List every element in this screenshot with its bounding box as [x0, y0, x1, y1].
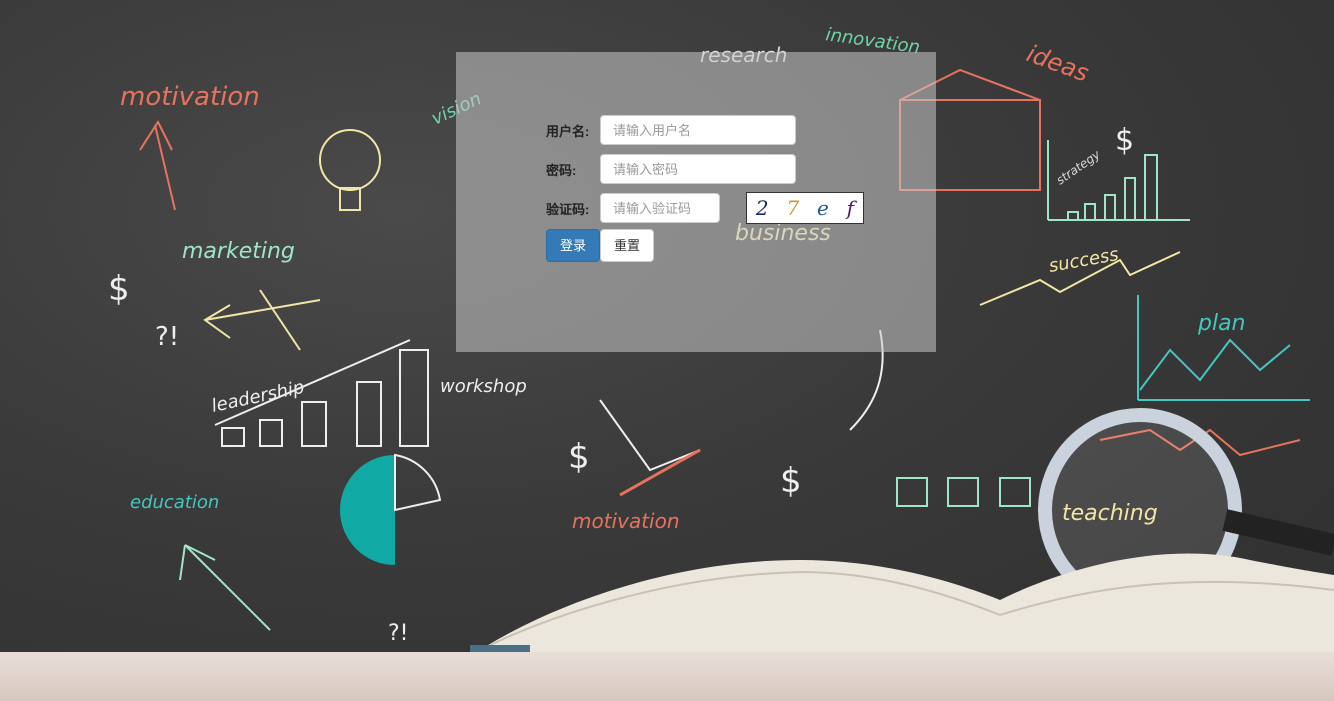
magnifier-handle	[1222, 509, 1334, 556]
question-glyph-2: ?!	[388, 621, 409, 646]
word-strategy: strategy	[1054, 147, 1104, 188]
word-leadership: leadership	[210, 377, 307, 417]
captcha-char: f	[846, 196, 855, 220]
password-input[interactable]	[600, 154, 796, 184]
desk-surface	[0, 652, 1334, 701]
red-arrow	[619, 448, 701, 497]
captcha-char: 7	[786, 196, 800, 220]
word-marketing: marketing	[182, 239, 295, 264]
word-success: success	[1047, 244, 1120, 277]
arrow-head	[139, 119, 173, 151]
word-workshop: workshop	[440, 376, 527, 397]
dollar-glyph-3: $	[780, 461, 802, 501]
dollar-glyph-2: $	[568, 437, 590, 477]
lightbulb-base	[339, 187, 361, 211]
word-ideas: ideas	[1023, 39, 1093, 87]
word-education: education	[130, 492, 219, 513]
dollar-glyph: $	[108, 269, 130, 309]
captcha-char: 2	[755, 196, 769, 220]
reset-button[interactable]: 重置	[600, 229, 654, 262]
pie-chart-doodle	[340, 455, 395, 565]
login-button[interactable]: 登录	[546, 229, 600, 262]
word-motivation: motivation	[120, 82, 260, 112]
captcha-char: e	[817, 196, 829, 220]
pie-slice-doodle	[394, 453, 442, 512]
login-panel: 用户名: 密码: 验证码: 2 7 e f 登录 重置	[456, 52, 936, 352]
word-plan: plan	[1197, 311, 1246, 336]
lightbulb-icon	[319, 129, 381, 191]
captcha-label: 验证码:	[546, 202, 590, 217]
captcha-image[interactable]: 2 7 e f	[746, 192, 864, 224]
captcha-input[interactable]	[600, 193, 720, 223]
username-label: 用户名:	[546, 124, 590, 139]
marketing-arrows	[203, 289, 321, 351]
username-input[interactable]	[600, 115, 796, 145]
dollar-glyph-4: $	[1115, 123, 1134, 158]
diagram-squares	[896, 477, 1031, 507]
word-teaching: teaching	[1062, 501, 1158, 526]
password-label: 密码:	[546, 163, 577, 178]
word-motivation-2: motivation	[572, 509, 680, 533]
question-glyph: ?!	[155, 322, 179, 352]
education-arrow	[179, 544, 271, 631]
